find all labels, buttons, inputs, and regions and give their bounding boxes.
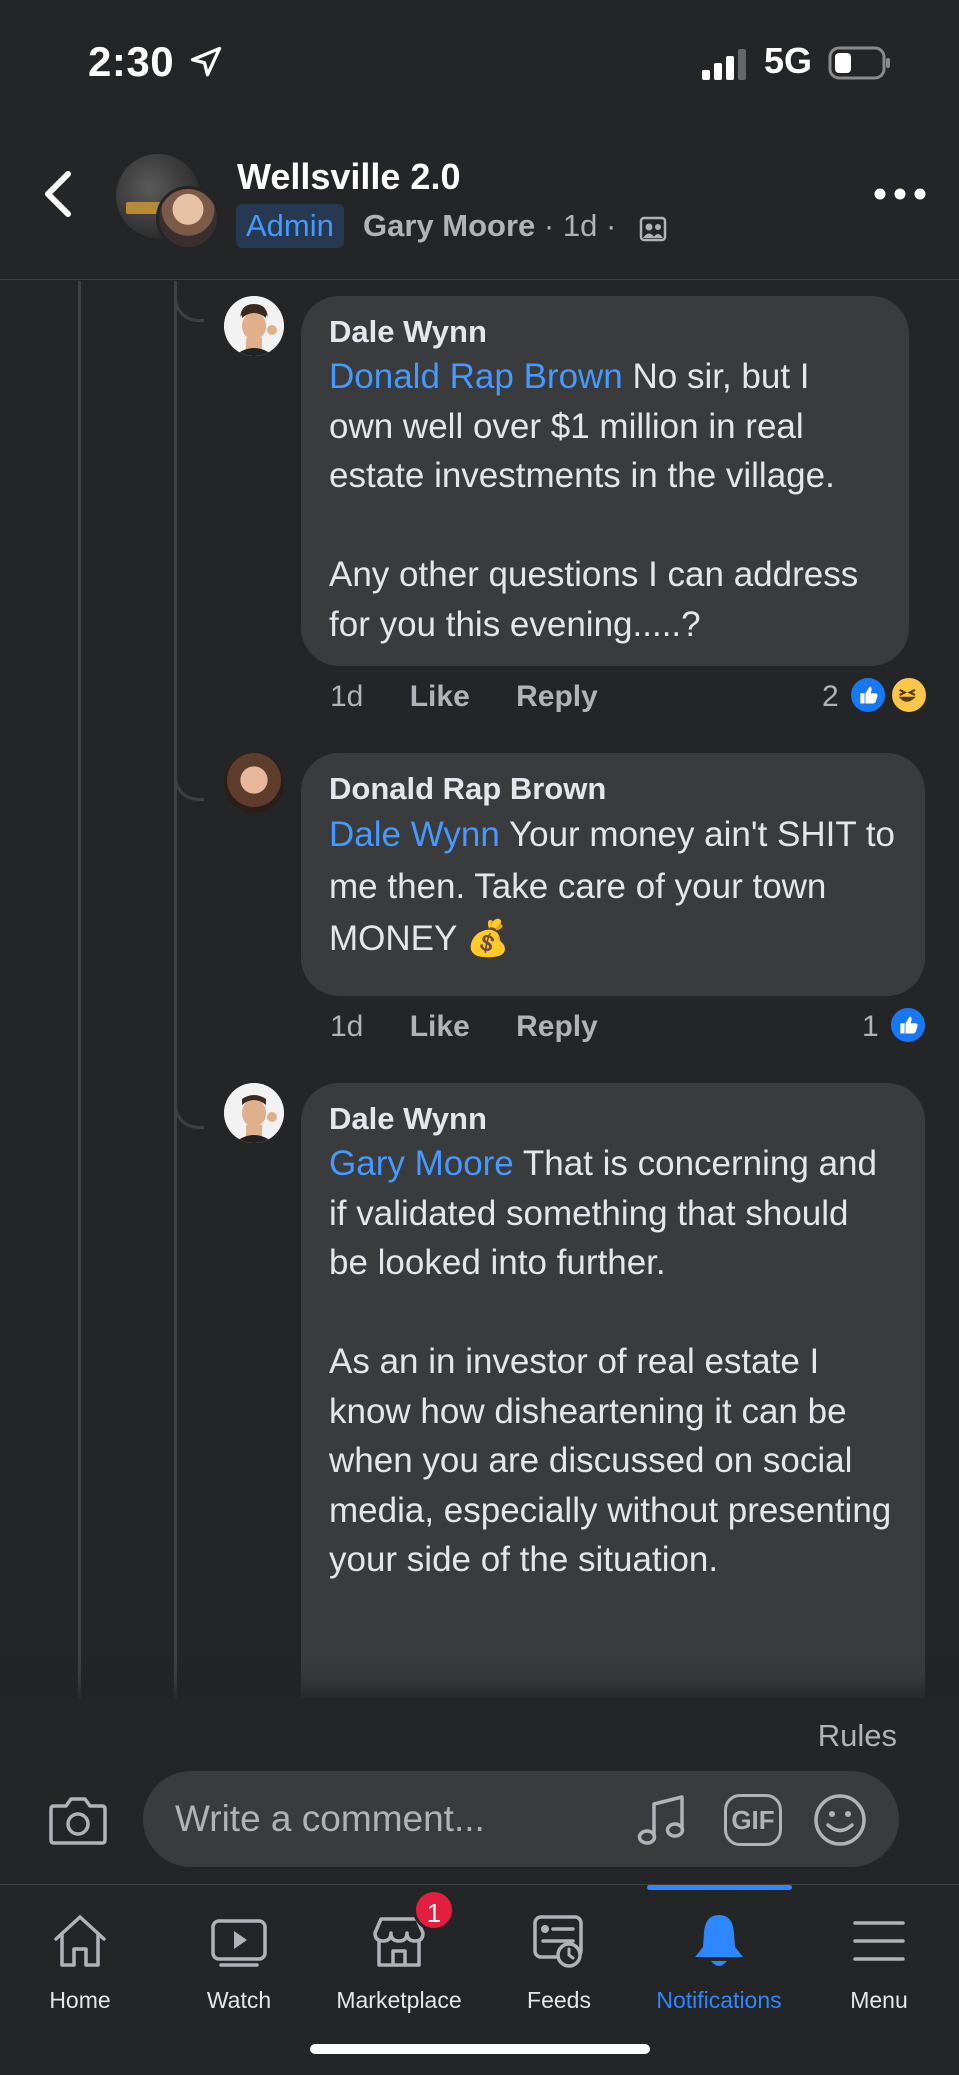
status-time: 2:30	[88, 38, 175, 85]
comment-actions: 1d Like Reply	[330, 1010, 636, 1044]
home-icon	[54, 1915, 106, 1967]
nav-label: Feeds	[527, 1987, 591, 2013]
nav-label: Watch	[206, 1987, 272, 2013]
reaction-count[interactable]: 2	[822, 680, 839, 714]
like-button[interactable]: Like	[410, 680, 470, 713]
thread-line-inner	[174, 281, 177, 1698]
comment-time: 1d	[330, 680, 364, 713]
comment-bubble[interactable]: Dale Wynn Gary Moore That is concerning …	[301, 1083, 925, 1723]
bell-icon	[695, 1915, 743, 1966]
avatar[interactable]	[224, 753, 284, 813]
commenter-name[interactable]: Dale Wynn	[329, 312, 881, 352]
network-label: 5G	[764, 40, 813, 81]
memoji-avatar-icon	[224, 1083, 284, 1143]
nav-label: Marketplace	[336, 1987, 462, 2013]
nav-notifications[interactable]: Notifications	[639, 1885, 799, 2035]
comment-bubble[interactable]: Dale Wynn Donald Rap Brown No sir, but I…	[301, 296, 909, 666]
reply-button[interactable]: Reply	[516, 1010, 598, 1043]
post-header: Wellsville 2.0 Admin Gary Moore · 1d ·	[0, 120, 959, 280]
home-indicator[interactable]	[310, 2044, 650, 2054]
author-avatar	[156, 186, 220, 250]
like-reaction-icon	[848, 675, 888, 715]
music-note-icon[interactable]	[636, 1792, 688, 1848]
commenter-name[interactable]: Donald Rap Brown	[329, 769, 897, 809]
like-reaction-icon	[888, 1005, 928, 1045]
menu-icon	[853, 1921, 905, 1961]
mention-link[interactable]: Dale Wynn	[329, 815, 500, 854]
group-audience-icon	[639, 216, 667, 242]
more-options-icon[interactable]	[872, 184, 928, 204]
avatar[interactable]	[224, 1083, 284, 1143]
commenter-name[interactable]: Dale Wynn	[329, 1099, 897, 1139]
memoji-avatar-icon	[224, 296, 284, 356]
nav-menu[interactable]: Menu	[799, 1885, 959, 2035]
reply-button[interactable]: Reply	[516, 680, 598, 713]
separator: ·	[605, 208, 617, 243]
post-timestamp: 1d	[562, 208, 598, 243]
comment-text: Gary Moore That is concerning and if val…	[329, 1139, 897, 1585]
nav-label: Home	[49, 1987, 111, 2013]
separator: ·	[543, 208, 555, 243]
nav-label: Notifications	[656, 1987, 782, 2013]
gif-button[interactable]: GIF	[724, 1794, 782, 1846]
back-arrow-icon[interactable]	[36, 166, 82, 222]
emoji-icon[interactable]	[812, 1792, 868, 1848]
reaction-count[interactable]: 1	[862, 1010, 879, 1044]
location-arrow-icon	[190, 46, 222, 77]
avatar[interactable]	[224, 296, 284, 356]
comment-input[interactable]	[143, 1771, 899, 1867]
author-line: Gary Moore · 1d ·	[363, 208, 616, 244]
haha-reaction-icon	[889, 675, 929, 715]
comment-bubble[interactable]: Donald Rap Brown Dale Wynn Your money ai…	[301, 753, 925, 996]
thread-connector	[174, 1085, 204, 1129]
comment-body: That is concerning and if validated some…	[329, 1144, 892, 1579]
camera-icon[interactable]	[48, 1794, 108, 1846]
thread-line-outer	[78, 281, 81, 1698]
group-title[interactable]: Wellsville 2.0	[237, 156, 460, 198]
nav-home[interactable]: Home	[0, 1885, 160, 2035]
status-bar: 2:30 5G	[0, 0, 959, 120]
author-name[interactable]: Gary Moore	[363, 208, 535, 243]
comment-actions: 1d Like Reply	[330, 680, 636, 714]
watch-icon	[211, 1919, 267, 1967]
nav-feeds[interactable]: Feeds	[479, 1885, 639, 2035]
notification-badge: 1	[413, 1889, 455, 1931]
comment-text: Dale Wynn Your money ain't SHIT to me th…	[329, 809, 897, 965]
comment-time: 1d	[330, 1010, 364, 1043]
thread-connector	[174, 288, 204, 322]
nav-watch[interactable]: Watch	[159, 1885, 319, 2035]
signal-icon	[702, 49, 746, 80]
nav-marketplace[interactable]: 1 Marketplace	[319, 1885, 479, 2035]
thread-connector	[174, 755, 204, 801]
comment-body: No sir, but I own well over $1 million i…	[329, 357, 859, 644]
admin-badge: Admin	[236, 204, 344, 248]
battery-icon	[828, 46, 890, 80]
group-avatar[interactable]	[116, 154, 220, 254]
mention-link[interactable]: Donald Rap Brown	[329, 357, 623, 396]
comment-text: Donald Rap Brown No sir, but I own well …	[329, 352, 881, 649]
like-button[interactable]: Like	[410, 1010, 470, 1043]
nav-label: Menu	[850, 1987, 908, 2013]
mention-link[interactable]: Gary Moore	[329, 1144, 514, 1183]
rules-link[interactable]: Rules	[818, 1718, 897, 1754]
feeds-icon	[533, 1915, 583, 1968]
